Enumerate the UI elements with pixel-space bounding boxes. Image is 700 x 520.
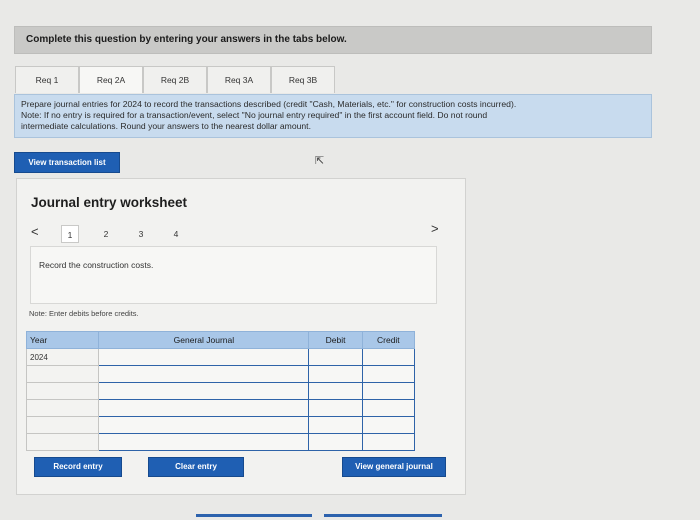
view-general-journal-button[interactable]: View general journal bbox=[342, 457, 446, 477]
table-row bbox=[25, 399, 416, 417]
step-1[interactable]: 1 bbox=[61, 225, 79, 243]
table-header-row: Year General Journal Debit Credit bbox=[25, 331, 416, 349]
debit-input[interactable] bbox=[308, 365, 363, 383]
year-cell bbox=[25, 416, 100, 434]
instruction-line-1: Prepare journal entries for 2024 to reco… bbox=[21, 99, 517, 109]
tab-req-3b[interactable]: Req 3B bbox=[271, 66, 335, 93]
tab-req-2b[interactable]: Req 2B bbox=[143, 66, 207, 93]
year-cell bbox=[25, 399, 100, 417]
credit-input[interactable] bbox=[361, 416, 416, 434]
bottom-link-bar bbox=[196, 514, 312, 517]
record-entry-button[interactable]: Record entry bbox=[34, 457, 122, 477]
tab-req-2a[interactable]: Req 2A bbox=[79, 66, 143, 93]
credit-input[interactable] bbox=[361, 433, 416, 451]
instruction-line-3: intermediate calculations. Round your an… bbox=[21, 121, 311, 131]
col-debit: Debit bbox=[308, 331, 363, 349]
step-4[interactable]: 4 bbox=[167, 225, 185, 243]
col-credit: Credit bbox=[361, 331, 416, 349]
bottom-link-bar bbox=[324, 514, 442, 517]
account-input[interactable] bbox=[98, 348, 310, 366]
year-cell: 2024 bbox=[25, 348, 100, 366]
col-general-journal: General Journal bbox=[98, 331, 310, 349]
question-title: Complete this question by entering your … bbox=[26, 34, 347, 45]
credit-input[interactable] bbox=[361, 399, 416, 417]
clear-entry-button[interactable]: Clear entry bbox=[148, 457, 244, 477]
tab-req-3a[interactable]: Req 3A bbox=[207, 66, 271, 93]
year-cell bbox=[25, 382, 100, 400]
debit-input[interactable] bbox=[308, 399, 363, 417]
instruction-line-2: Note: If no entry is required for a tran… bbox=[21, 110, 488, 120]
col-year: Year bbox=[25, 331, 100, 349]
credit-input[interactable] bbox=[361, 348, 416, 366]
table-row bbox=[25, 416, 416, 434]
table-row bbox=[25, 365, 416, 383]
debits-note: Note: Enter debits before credits. bbox=[29, 309, 139, 318]
debit-input[interactable] bbox=[308, 382, 363, 400]
instruction-box: Prepare journal entries for 2024 to reco… bbox=[14, 94, 652, 138]
account-input[interactable] bbox=[98, 365, 310, 383]
view-transaction-list-button[interactable]: View transaction list bbox=[14, 152, 120, 173]
debit-input[interactable] bbox=[308, 348, 363, 366]
transaction-prompt: Record the construction costs. bbox=[39, 260, 154, 270]
table-row: 2024 bbox=[25, 348, 416, 366]
worksheet-title: Journal entry worksheet bbox=[31, 195, 188, 210]
step-3[interactable]: 3 bbox=[132, 225, 150, 243]
mouse-cursor-icon: ⇱ bbox=[315, 155, 325, 167]
journal-entry-worksheet: Journal entry worksheet < 1 2 3 4 > Reco… bbox=[16, 178, 466, 495]
journal-table: Year General Journal Debit Credit 2024 bbox=[25, 331, 416, 451]
question-header: Complete this question by entering your … bbox=[14, 26, 652, 54]
year-cell bbox=[25, 433, 100, 451]
account-input[interactable] bbox=[98, 416, 310, 434]
credit-input[interactable] bbox=[361, 365, 416, 383]
debit-input[interactable] bbox=[308, 416, 363, 434]
transaction-prompt-box: Record the construction costs. bbox=[30, 246, 437, 304]
account-input[interactable] bbox=[98, 382, 310, 400]
tab-req-1[interactable]: Req 1 bbox=[15, 66, 79, 93]
account-input[interactable] bbox=[98, 399, 310, 417]
next-arrow-icon[interactable]: > bbox=[431, 221, 439, 236]
table-row bbox=[25, 433, 416, 451]
step-2[interactable]: 2 bbox=[97, 225, 115, 243]
year-cell bbox=[25, 365, 100, 383]
debit-input[interactable] bbox=[308, 433, 363, 451]
account-input[interactable] bbox=[98, 433, 310, 451]
table-row bbox=[25, 382, 416, 400]
credit-input[interactable] bbox=[361, 382, 416, 400]
prev-arrow-icon[interactable]: < bbox=[31, 224, 39, 239]
